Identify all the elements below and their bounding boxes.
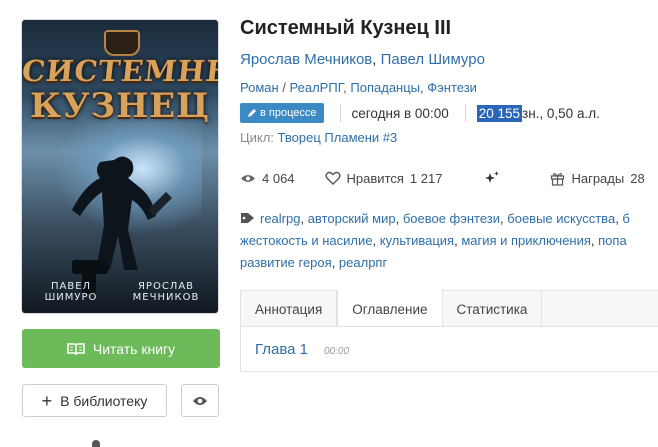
views-count: 4 064 <box>262 170 295 186</box>
likes-count: 1 217 <box>409 170 443 186</box>
read-book-button[interactable]: Читать книгу <box>22 329 220 368</box>
sparkles-icon <box>485 171 500 183</box>
cycle-link[interactable]: Творец Пламени #3 <box>278 130 398 145</box>
size-selected-text: 20 155 <box>476 104 523 122</box>
tags-list: realrpg, авторский мир, боевое фэнтези, … <box>240 208 658 274</box>
awards-button[interactable]: Награды 28 <box>550 170 645 186</box>
cycle-label: Цикл: <box>240 130 278 145</box>
book-stats: 4 064 Нравится 1 217 Награды 28 <box>240 168 645 188</box>
eye-icon <box>193 396 207 405</box>
chapter-title[interactable]: Глава 1 <box>255 341 308 358</box>
eye-icon <box>241 174 255 182</box>
cover-title-line1: СИСТЕМНЫЙ <box>22 54 218 88</box>
tab-contents[interactable]: Оглавление <box>337 290 443 328</box>
like-button[interactable]: Нравится 1 217 <box>324 170 443 186</box>
tag-link[interactable]: развитие героя <box>240 255 332 270</box>
heart-icon <box>324 171 341 185</box>
read-book-label: Читать книгу <box>92 340 176 357</box>
tag-link[interactable]: культивация <box>380 233 454 248</box>
tab-statistics[interactable]: Статистика <box>443 291 543 327</box>
tags-row: realrpg, авторский мир, боевое фэнтези, … <box>240 208 658 230</box>
open-book-icon <box>67 342 85 355</box>
awards-label: Награды <box>571 170 625 186</box>
status-badge: в процессе <box>240 103 324 123</box>
updated-date: сегодня в 00:00 <box>351 105 449 121</box>
book-meta-row: в процессе сегодня в 00:00 20 155 зн., 0… <box>240 102 600 124</box>
author-link[interactable]: Ярослав Мечников <box>240 51 372 68</box>
genre-link[interactable]: Фэнтези <box>427 80 477 95</box>
plus-icon: + <box>41 390 53 411</box>
genre-link[interactable]: Роман <box>240 80 279 95</box>
cover-blacksmith-illustration <box>72 156 172 294</box>
tab-annotation[interactable]: Аннотация <box>241 291 338 327</box>
book-authors: Ярослав Мечников, Павел Шимуро <box>240 51 485 68</box>
pencil-icon <box>248 108 256 117</box>
likes-label: Нравится <box>346 170 404 186</box>
sparkles-button[interactable] <box>484 170 500 186</box>
gift-icon <box>551 172 565 186</box>
cover-crest <box>104 30 140 56</box>
divider <box>339 104 341 122</box>
size-text: зн., 0,50 а.л. <box>522 105 600 121</box>
tags-row: жестокость и насилие, культивация, магия… <box>240 233 627 248</box>
author-separator: , <box>372 51 381 68</box>
chapter-item[interactable]: Глава 1 00:00 <box>255 341 349 358</box>
tag-link[interactable]: б <box>622 211 629 226</box>
tag-link[interactable]: магия и приключения <box>461 233 591 248</box>
add-to-library-label: В библиотеку <box>60 392 148 409</box>
tag-link[interactable]: попа <box>598 233 627 248</box>
tag-link[interactable]: realrpg <box>260 211 300 226</box>
chapter-time: 00:00 <box>324 346 350 357</box>
awards-count: 28 <box>630 170 645 186</box>
status-label: в процессе <box>260 107 317 119</box>
author-link[interactable]: Павел Шимуро <box>381 51 485 68</box>
divider <box>464 104 466 122</box>
genre-separator: / <box>278 80 290 95</box>
cover-author2: ЯРОСЛАВ МЕЧНИКОВ <box>132 281 200 303</box>
book-title: Системный Кузнец III <box>240 17 452 39</box>
tag-link[interactable]: боевое фэнтези <box>403 211 500 226</box>
book-cycle: Цикл: Творец Пламени #3 <box>240 130 397 145</box>
cover-author1: ПАВЕЛ ШИМУРО <box>44 281 98 303</box>
tag-icon <box>241 213 254 223</box>
add-to-library-button[interactable]: + В библиотеку <box>22 384 167 417</box>
cover-title-line2: КУЗНЕЦ <box>30 86 210 126</box>
tags-row: развитие героя, реалрпг <box>240 255 388 270</box>
genre-link[interactable]: РеалРПГ <box>290 80 344 95</box>
book-genres: Роман / РеалРПГ, Попаданцы, Фэнтези <box>240 80 477 95</box>
tag-link[interactable]: авторский мир <box>308 211 396 226</box>
tag-link[interactable]: жестокость и насилие <box>240 233 373 248</box>
tag-link[interactable]: реалрпг <box>339 255 387 270</box>
views-stat: 4 064 <box>240 171 295 186</box>
tag-link[interactable]: боевые искусства <box>507 211 615 226</box>
book-tabs: Аннотация Оглавление Статистика <box>240 290 658 328</box>
watch-button[interactable] <box>181 384 219 417</box>
partial-icon <box>92 440 100 447</box>
genre-link[interactable]: Попаданцы <box>350 80 420 95</box>
book-cover[interactable]: СИСТЕМНЫЙ КУЗНЕЦ ПАВЕЛ ШИМУРО ЯРОСЛАВ МЕ… <box>22 20 218 313</box>
contents-panel: Глава 1 00:00 <box>240 326 658 372</box>
